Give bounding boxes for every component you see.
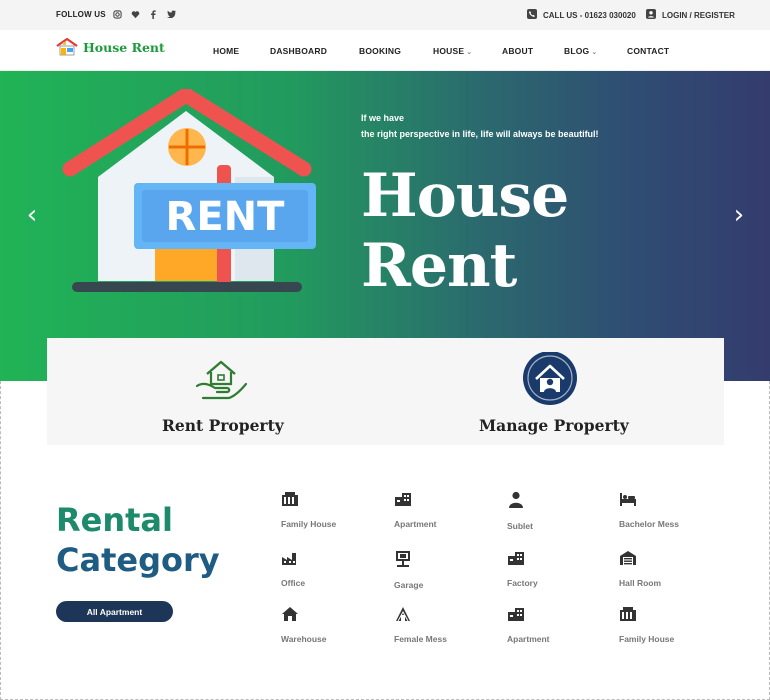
apartment-icon bbox=[508, 552, 524, 565]
house-user-icon bbox=[521, 351, 579, 411]
top-bar: FOLLOW US CALL US - 01623 030020 LOGIN /… bbox=[0, 0, 770, 30]
instagram-icon[interactable] bbox=[112, 9, 122, 19]
hero-tagline-1: If we have bbox=[361, 113, 405, 123]
nav-booking[interactable]: BOOKING bbox=[359, 46, 401, 56]
nav-blog-label: BLOG bbox=[564, 46, 590, 56]
logo-house-icon bbox=[56, 38, 78, 56]
category-label: Family House bbox=[619, 634, 675, 644]
category-hall-room[interactable]: Hall Room bbox=[619, 550, 729, 591]
category-label: Factory bbox=[507, 578, 538, 588]
category-female-mess[interactable]: Female Mess bbox=[394, 606, 504, 647]
hero-tagline-2: the right perspective in life, life will… bbox=[361, 129, 599, 139]
nav-about[interactable]: ABOUT bbox=[502, 46, 533, 56]
login-register-label: LOGIN / REGISTER bbox=[662, 10, 735, 20]
category-label: Sublet bbox=[507, 521, 533, 531]
nav-blog[interactable]: BLOG ⌄ bbox=[564, 46, 597, 56]
rental-heading-1: Rental bbox=[56, 501, 173, 539]
person-icon bbox=[509, 491, 523, 508]
call-us[interactable]: CALL US - 01623 030020 bbox=[527, 9, 636, 21]
category-label: Warehouse bbox=[281, 634, 327, 644]
home-icon bbox=[282, 607, 298, 621]
bed-icon bbox=[620, 493, 636, 506]
female-icon bbox=[396, 607, 410, 622]
garage-icon bbox=[396, 551, 410, 567]
apartment-icon bbox=[508, 608, 524, 621]
category-warehouse[interactable]: Warehouse bbox=[281, 606, 391, 647]
chevron-down-icon: ⌄ bbox=[466, 49, 473, 56]
category-family-house-2[interactable]: Family House bbox=[619, 606, 729, 647]
next-slide-arrow[interactable]: › bbox=[729, 201, 749, 229]
twitter-icon[interactable] bbox=[166, 9, 176, 19]
category-label: Apartment bbox=[394, 519, 437, 529]
user-icon bbox=[646, 9, 656, 21]
building-icon bbox=[282, 492, 298, 506]
category-factory[interactable]: Factory bbox=[507, 550, 617, 591]
category-label: Hall Room bbox=[619, 578, 662, 588]
nav-about-label: ABOUT bbox=[502, 46, 534, 56]
hero-title-1: House bbox=[361, 161, 569, 231]
nav-house-label: HOUSE bbox=[433, 46, 465, 56]
category-apartment-2[interactable]: Apartment bbox=[507, 606, 617, 647]
category-garage[interactable]: Garage bbox=[394, 550, 504, 593]
logo-text: House Rent bbox=[83, 39, 165, 55]
category-office[interactable]: Office bbox=[281, 550, 391, 591]
category-family-house[interactable]: Family House bbox=[281, 491, 391, 532]
rent-house-illustration: RENT bbox=[62, 89, 316, 292]
nav-contact[interactable]: CONTACT bbox=[627, 46, 669, 56]
rental-heading-2: Category bbox=[56, 541, 220, 579]
services-panel: Rent Property Manage Property bbox=[47, 338, 724, 445]
nav-booking-label: BOOKING bbox=[359, 46, 402, 56]
all-apartment-button[interactable]: All Apartment bbox=[56, 601, 173, 622]
login-register[interactable]: LOGIN / REGISTER bbox=[646, 9, 735, 21]
category-label: Apartment bbox=[507, 634, 550, 644]
hero-title-2: Rent bbox=[361, 231, 517, 301]
call-us-label: CALL US - 01623 030020 bbox=[543, 10, 636, 20]
nav-contact-label: CONTACT bbox=[627, 46, 670, 56]
hand-house-icon bbox=[193, 354, 249, 407]
follow-us-label: FOLLOW US bbox=[56, 10, 106, 19]
nav-dashboard[interactable]: DASHBOARD bbox=[270, 46, 327, 56]
nav-house[interactable]: HOUSE ⌄ bbox=[433, 46, 472, 56]
category-apartment[interactable]: Apartment bbox=[394, 491, 504, 532]
category-label: Female Mess bbox=[394, 634, 447, 644]
hall-icon bbox=[620, 551, 636, 565]
apartment-icon bbox=[395, 493, 411, 506]
manage-property-title[interactable]: Manage Property bbox=[479, 416, 629, 435]
facebook-icon[interactable] bbox=[148, 9, 158, 19]
building-icon bbox=[620, 607, 636, 621]
logo[interactable]: House Rent bbox=[56, 38, 165, 56]
chevron-down-icon: ⌄ bbox=[591, 49, 598, 56]
category-label: Bachelor Mess bbox=[619, 519, 679, 529]
nav-home[interactable]: HOME bbox=[213, 46, 239, 56]
phone-icon bbox=[527, 9, 537, 21]
category-bachelor-mess[interactable]: Bachelor Mess bbox=[619, 491, 729, 532]
category-label: Garage bbox=[394, 580, 424, 590]
category-label: Family House bbox=[281, 519, 337, 529]
nav-dashboard-label: DASHBOARD bbox=[270, 46, 328, 56]
hero-slider: RENT ‹ › If we have the right perspectiv… bbox=[0, 71, 770, 381]
category-label: Office bbox=[281, 578, 306, 588]
heart-icon[interactable] bbox=[130, 9, 140, 19]
category-sublet[interactable]: Sublet bbox=[507, 491, 617, 534]
main-nav: House Rent HOME DASHBOARD BOOKING HOUSE ⌄… bbox=[0, 30, 770, 71]
rent-sign-text: RENT bbox=[166, 194, 286, 240]
nav-home-label: HOME bbox=[213, 46, 240, 56]
factory-icon bbox=[282, 553, 296, 565]
prev-slide-arrow[interactable]: ‹ bbox=[22, 201, 42, 229]
rent-property-title[interactable]: Rent Property bbox=[162, 416, 284, 435]
